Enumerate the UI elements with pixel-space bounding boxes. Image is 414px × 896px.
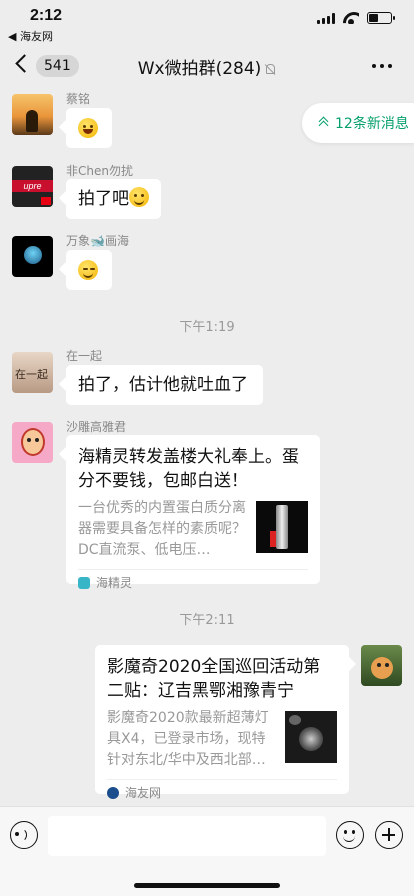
- link-card[interactable]: 影魔奇2020全国巡回活动第二贴：辽吉黑鄂湘豫青宁 影魔奇2020款最新超薄灯具…: [95, 645, 349, 800]
- avatar[interactable]: 在一起: [12, 352, 53, 393]
- message-bubble[interactable]: [66, 108, 112, 148]
- avatar[interactable]: upre: [12, 166, 53, 207]
- sender-name: 非Chen勿扰: [66, 164, 133, 178]
- self-avatar[interactable]: [361, 645, 402, 686]
- link-card-description: 影魔奇2020款最新超薄灯具X4，已登录市场，现特针对东北/华中及西北部…: [107, 710, 269, 768]
- sender-name: 万象🐋画海: [66, 234, 129, 248]
- message-text: 拍了，估计他就吐血了: [78, 375, 248, 395]
- avatar[interactable]: [12, 236, 53, 277]
- time-divider: 下午2:11: [179, 613, 235, 628]
- message-input[interactable]: [48, 816, 326, 856]
- new-messages-label: 12条新消息: [335, 116, 409, 132]
- battery-icon: [367, 12, 395, 24]
- link-card-title: 影魔奇2020全国巡回活动第二贴：辽吉黑鄂湘豫青宁: [107, 657, 321, 701]
- time-divider: 下午1:19: [179, 320, 235, 335]
- voice-input-icon[interactable]: [10, 821, 38, 849]
- plus-more-icon[interactable]: [375, 821, 403, 849]
- sender-name: 沙雕高雅君: [66, 420, 127, 434]
- status-icons: [317, 12, 395, 24]
- wifi-icon: [343, 12, 359, 24]
- cellular-signal-icon: [317, 12, 335, 24]
- link-card-source: 海精灵: [96, 576, 133, 590]
- laughing-emoji-icon: [78, 118, 98, 138]
- home-indicator[interactable]: [134, 883, 280, 888]
- sender-name: 在一起: [66, 349, 103, 363]
- link-card-source: 海友网: [125, 786, 162, 800]
- status-time: 2:12: [30, 7, 63, 24]
- mute-bell-icon: [264, 63, 276, 75]
- message-bubble[interactable]: [66, 250, 112, 290]
- message-bubble[interactable]: 拍了吧: [66, 179, 161, 219]
- emoji-picker-icon[interactable]: [336, 821, 364, 849]
- source-logo-icon: [78, 576, 90, 589]
- smirk-emoji-icon: [78, 260, 98, 280]
- message-text: 拍了吧: [78, 189, 129, 209]
- source-logo-icon: [107, 786, 119, 799]
- link-card-title: 海精灵转发盖楼大礼奉上。蛋分不要钱，包邮白送！: [78, 447, 299, 491]
- new-messages-button[interactable]: 12条新消息: [302, 103, 414, 143]
- avatar[interactable]: [12, 422, 53, 463]
- link-card-thumbnail: [256, 501, 308, 553]
- chat-title-text: Wx微拍群(284): [137, 59, 262, 79]
- message-bubble[interactable]: 拍了，估计他就吐血了: [66, 365, 263, 405]
- link-card-thumbnail: [285, 711, 337, 763]
- status-bar: 2:12 ◀ 海友网: [0, 0, 414, 44]
- sender-name: 蔡铭: [66, 92, 91, 106]
- chat-title: Wx微拍群(284): [0, 54, 414, 79]
- avatar[interactable]: [12, 94, 53, 135]
- chat-header: 541 Wx微拍群(284): [0, 44, 414, 88]
- link-card[interactable]: 海精灵转发盖楼大礼奉上。蛋分不要钱，包邮白送！ 一台优秀的内置蛋白质分离器需要具…: [66, 435, 320, 590]
- grin-emoji-icon: [129, 187, 149, 207]
- link-card-description: 一台优秀的内置蛋白质分离器需要具备怎样的素质呢？DC直流泵、低电压…: [78, 500, 246, 558]
- double-chevron-up-icon: [318, 117, 328, 129]
- back-to-app-link[interactable]: ◀ 海友网: [8, 28, 53, 44]
- more-options-icon[interactable]: [372, 64, 392, 68]
